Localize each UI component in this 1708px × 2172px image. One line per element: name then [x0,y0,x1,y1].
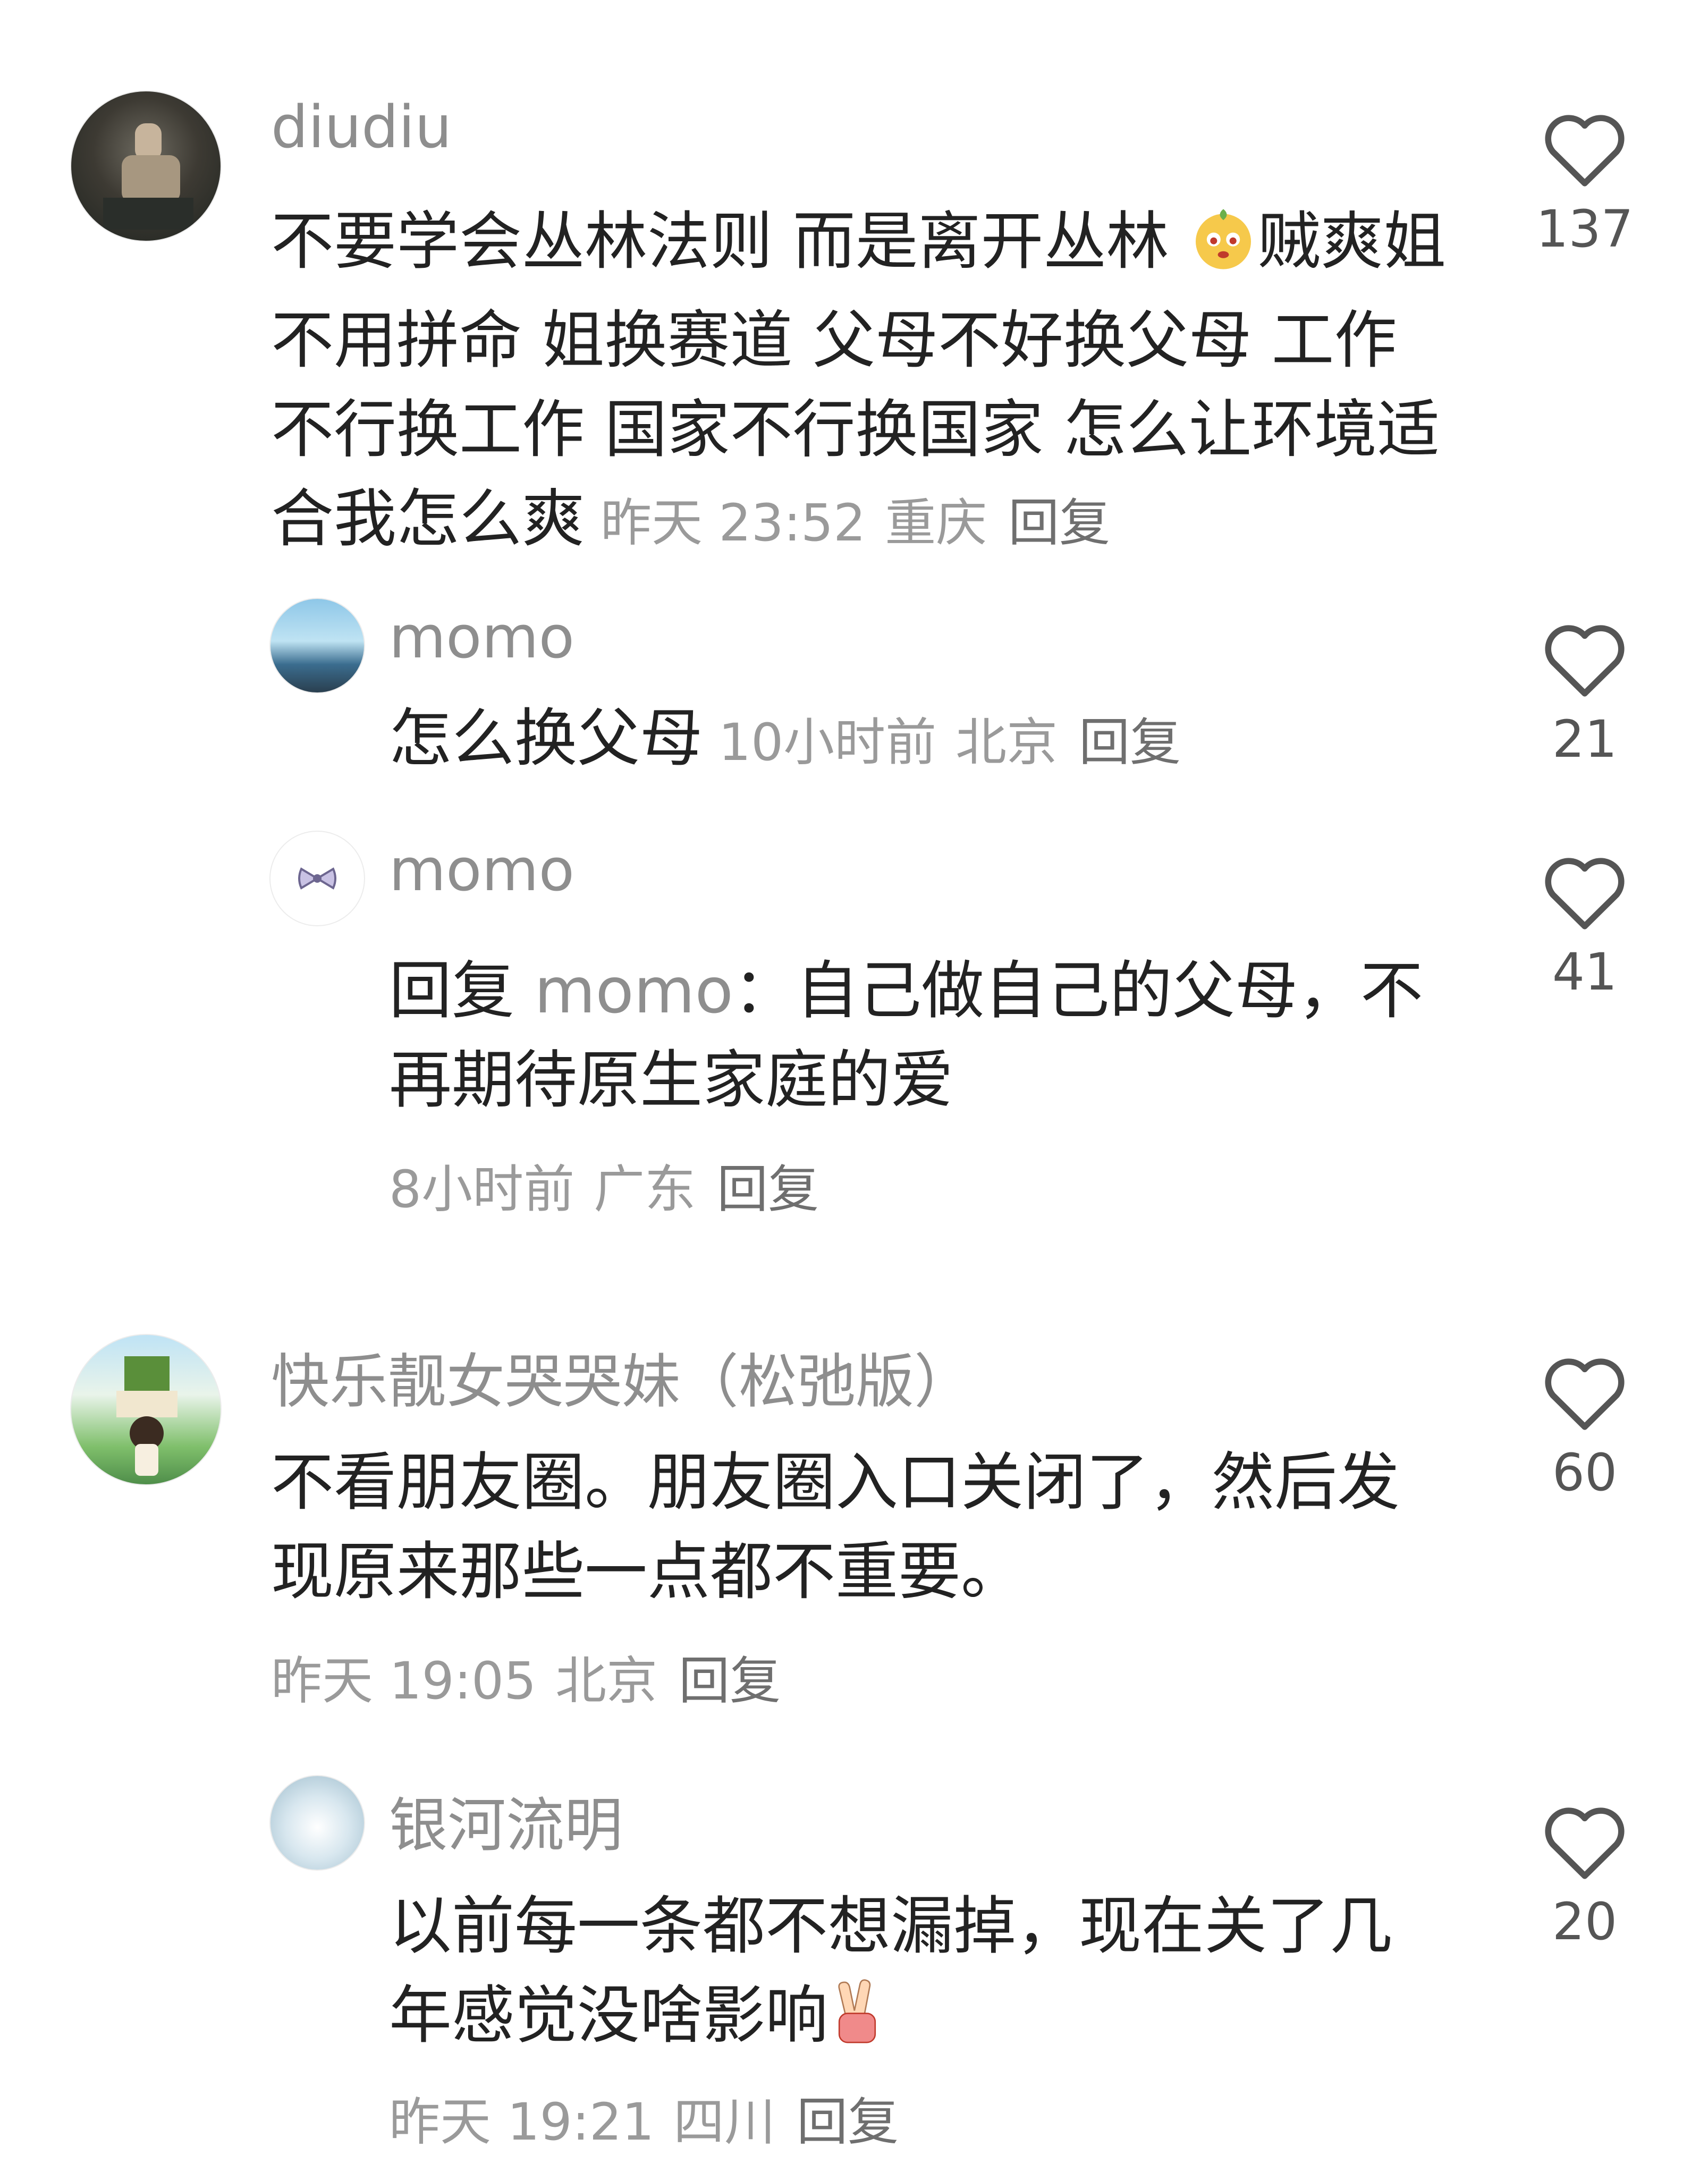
like-count: 60 [1552,1443,1618,1502]
reply-button[interactable]: 回复 [1008,493,1110,553]
comment-meta: 昨天 19:05 北京 回复 [271,1651,781,1711]
like-count: 21 [1552,709,1618,769]
user-avatar[interactable] [269,598,365,694]
username[interactable]: 快乐靓女哭哭妹（松弛版） [271,1334,973,1419]
comment-meta: 8小时前 广东 回复 [389,1160,819,1219]
username[interactable]: momo [389,603,574,671]
like-count: 41 [1552,942,1618,1002]
heart-outline-icon [1545,625,1625,697]
comment-text: 怎么换父母 10小时前 北京 回复 [389,702,1181,775]
mention-link[interactable]: momo [535,954,733,1027]
user-avatar[interactable] [70,1334,222,1485]
user-avatar[interactable] [269,831,365,926]
comment-text: 回复 momo：自己做自己的父母，不再期待原生家庭的爱 [389,954,1423,1117]
user-avatar[interactable] [70,90,222,242]
comment-meta: 昨天 23:52 重庆 回复 [601,493,1111,553]
comment-thread: diudiu 不要学会丛林法则 而是离开丛林 贼爽姐不用拼命 姐换赛道 父母不好… [0,0,1708,2172]
reply-button[interactable]: 回复 [797,2092,899,2152]
like-button[interactable]: 21 [1526,619,1643,769]
like-button[interactable]: 137 [1526,109,1643,259]
reply-button[interactable]: 回复 [679,1651,781,1711]
user-avatar[interactable] [269,1775,365,1871]
username[interactable]: 银河流明 [389,1778,623,1863]
comment-text: 以前每一条都不想漏掉，现在关了几年感觉没啥影响 [389,1881,1441,2069]
comment-text: 不要学会丛林法则 而是离开丛林 贼爽姐不用拼命 姐换赛道 父母不好换父母 工作不… [271,204,1447,555]
victory-hand-emoji-icon [828,1977,886,2069]
heart-outline-icon [1545,858,1625,929]
username[interactable]: diudiu [271,93,452,161]
comment-meta: 10小时前 北京 回复 [718,713,1181,772]
username[interactable]: momo [389,836,574,904]
like-count: 20 [1552,1892,1618,1951]
heart-outline-icon [1545,1807,1625,1879]
like-button[interactable]: 60 [1526,1353,1643,1502]
comment-meta: 昨天 19:21 四川 回复 [389,2092,899,2152]
reply-button[interactable]: 回复 [717,1160,819,1219]
like-button[interactable]: 20 [1526,1802,1643,1951]
comment-text: 不看朋友圈。朋友圈入口关闭了，然后发现原来那些一点都不重要。 [271,1446,1400,1608]
like-button[interactable]: 41 [1526,852,1643,1002]
reply-button[interactable]: 回复 [1079,713,1181,772]
heart-outline-icon [1545,1358,1625,1430]
heart-outline-icon [1545,115,1625,187]
cartoon-face-emoji-icon [1189,204,1258,295]
like-count: 137 [1536,199,1634,259]
